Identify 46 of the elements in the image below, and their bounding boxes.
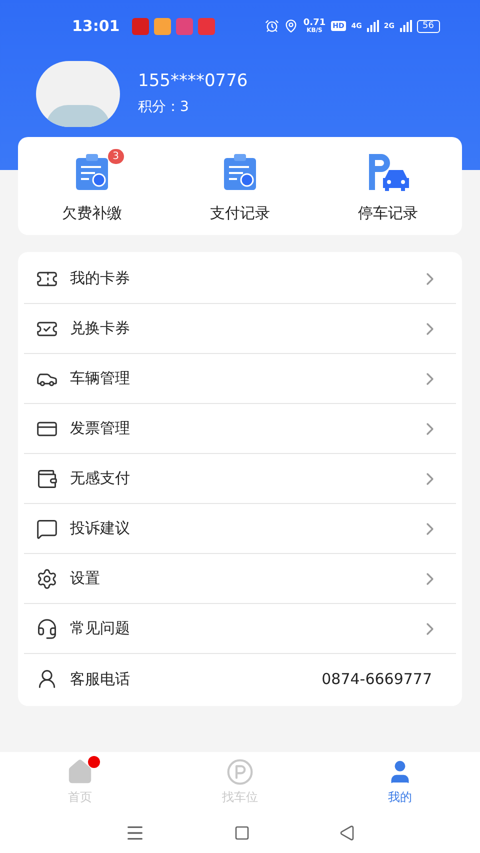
menu-label: 客服电话 [70,668,131,690]
count-badge: 3 [108,148,124,164]
signal-icon [366,20,379,32]
menu-label: 兑换卡券 [70,318,131,340]
menu-label: 常见问题 [70,618,131,640]
menu-item[interactable]: 兑换卡券 [24,304,456,354]
user-icon [36,668,58,690]
menu-label: 车辆管理 [70,368,131,390]
menu-label: 设置 [70,568,101,590]
alarm-icon [265,19,280,33]
tab[interactable]: 我的 [320,752,480,812]
menu-item[interactable]: 设置 [24,554,456,604]
points: 积分：3 [138,98,190,117]
menu-label: 投诉建议 [70,518,131,540]
quick-action[interactable]: 3 欠费补缴 [18,137,166,235]
quick-action[interactable]: 停车记录 [314,137,462,235]
menu-label: 发票管理 [70,418,131,440]
headset-icon [36,618,58,640]
home-button-icon[interactable] [234,824,250,840]
menu-item[interactable]: 我的卡券 [24,254,456,304]
menu-label: 无感支付 [70,468,131,490]
app-icon [154,18,171,34]
network-speed: 0.71 [303,18,326,28]
menu-item[interactable]: 客服电话 0874-6669777 [24,654,456,704]
status-time: 13:01 [72,16,120,37]
phone-value: 0874-6669777 [322,668,433,690]
settings-icon [36,568,58,590]
menu-item[interactable]: 发票管理 [24,404,456,454]
app-icon [198,18,215,34]
chat-icon [36,518,58,540]
menu-label: 我的卡券 [70,268,131,290]
back-icon[interactable] [339,824,356,840]
battery-icon: 56 [416,20,440,32]
menu-item[interactable]: 常见问题 [24,604,456,654]
menu-item[interactable]: 无感支付 [24,454,456,504]
location-icon [284,19,298,33]
menu-item[interactable]: 投诉建议 [24,504,456,554]
wallet-icon [36,468,58,490]
app-icon [132,18,149,34]
menu-item[interactable]: 车辆管理 [24,354,456,404]
quick-action[interactable]: 支付记录 [166,137,314,235]
home-icon [66,758,94,786]
signal-icon [400,20,412,32]
parking-icon [226,758,254,786]
phone-number: 155****0776 [138,70,248,94]
app-icon [176,18,193,34]
